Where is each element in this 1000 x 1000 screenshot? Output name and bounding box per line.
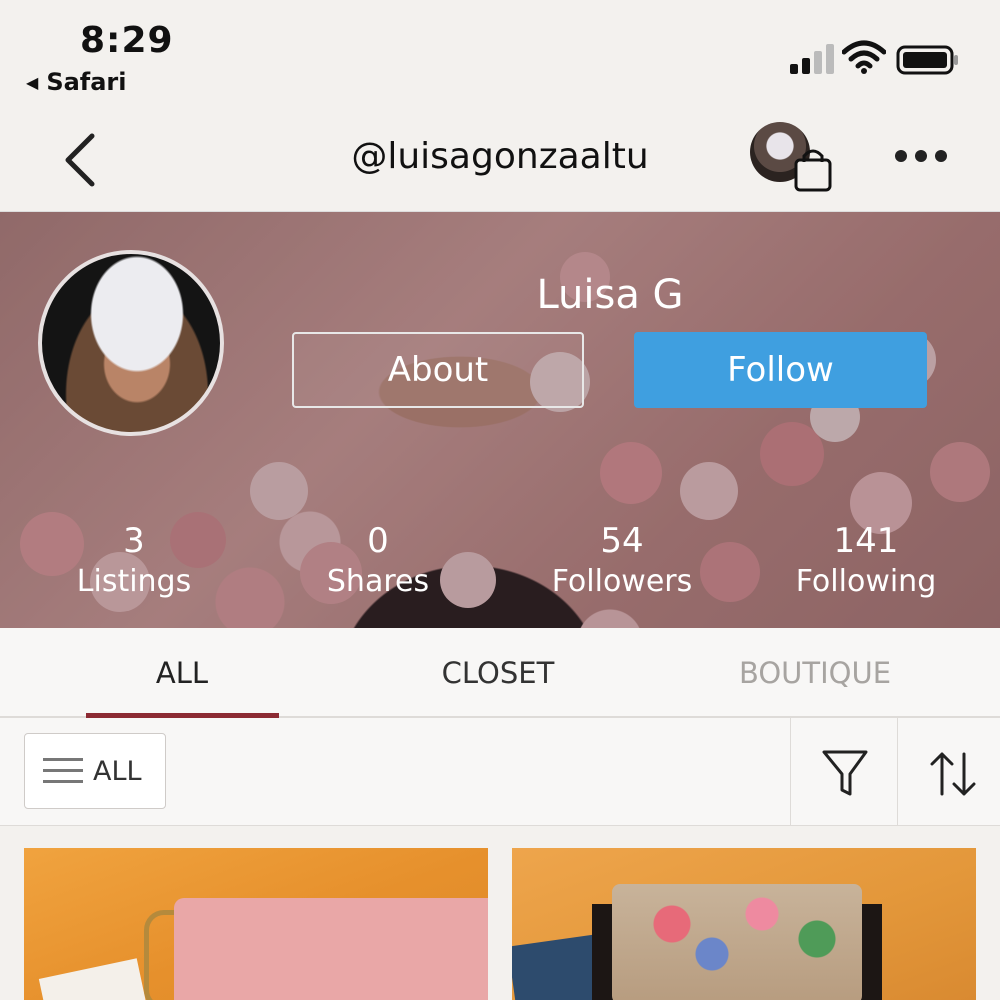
sort-arrows-icon[interactable] [928,748,978,800]
follow-button[interactable]: Follow [634,332,927,408]
wifi-icon [842,40,886,74]
stat-label: Following [795,564,937,599]
battery-icon [896,45,958,75]
page-title: @luisagonzaaltu [351,136,649,177]
category-filter-label: ALL [93,755,142,787]
shopping-bag-icon[interactable] [792,146,836,192]
nav-bar: @luisagonzaaltu [0,110,1000,212]
closet-tabs: ALL CLOSET BOUTIQUE [0,628,1000,718]
listing-card[interactable] [24,848,488,1000]
back-app-label: Safari [46,68,127,96]
hamburger-menu-icon [43,758,83,783]
divider [790,718,791,826]
profile-name: Luisa G [536,272,684,318]
about-button[interactable]: About [292,332,584,408]
listing-photo [174,898,488,1000]
cellular-signal-icon [790,44,834,74]
listing-card[interactable] [512,848,976,1000]
listing-photo-detail [38,958,150,1000]
stat-value: 3 [123,521,145,561]
stat-value: 54 [600,521,644,561]
stat-following[interactable]: 141 Following [766,520,966,602]
stat-shares[interactable]: 0 Shares [278,520,478,602]
filter-bar: ALL [0,718,1000,826]
listing-photo [612,884,862,1000]
stat-followers[interactable]: 54 Followers [522,520,722,602]
stat-label: Followers [551,564,693,599]
category-filter-button[interactable]: ALL [24,733,166,809]
divider [897,718,898,826]
stat-value: 0 [367,521,389,561]
status-bar: 8:29 ◀ Safari [0,0,1000,110]
chevron-left-icon[interactable] [56,130,106,190]
profile-avatar[interactable] [38,250,224,436]
stat-value: 141 [833,521,899,561]
tab-all[interactable]: ALL [42,628,322,718]
stat-listings[interactable]: 3 Listings [34,520,234,602]
back-to-safari-link[interactable]: ◀ Safari [26,68,127,96]
stat-label: Shares [326,564,430,599]
stat-label: Listings [76,564,192,599]
listings-grid [0,826,1000,1000]
funnel-icon[interactable] [820,748,870,800]
left-triangle-icon: ◀ [26,72,39,92]
tab-boutique[interactable]: BOUTIQUE [675,628,955,718]
status-time: 8:29 [80,20,174,61]
more-horizontal-icon[interactable] [893,146,949,166]
tab-closet[interactable]: CLOSET [358,628,638,718]
